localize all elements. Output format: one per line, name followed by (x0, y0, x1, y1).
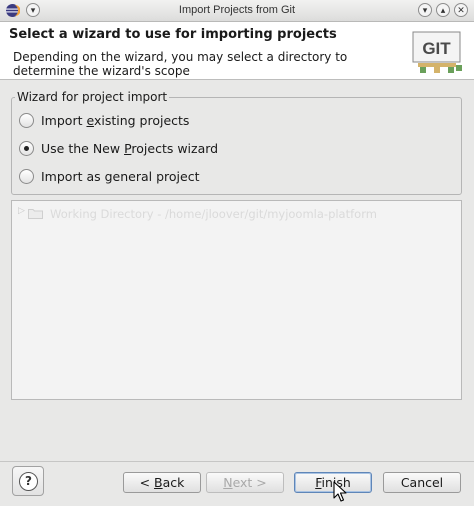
radio-button[interactable] (19, 169, 34, 184)
radio-label[interactable]: Import as general project (41, 169, 199, 184)
page-description: Depending on the wizard, you may select … (13, 50, 348, 78)
wizard-header: Select a wizard to use for importing pro… (0, 22, 474, 80)
radio-label[interactable]: Use the New Projects wizard (41, 141, 218, 156)
help-button[interactable]: ? (12, 466, 44, 496)
git-logo-text: GIT (422, 39, 451, 58)
help-icon: ? (19, 472, 38, 491)
folder-icon (28, 209, 43, 219)
git-logo-icon: GIT (412, 31, 462, 73)
group-title: Wizard for project import (15, 90, 170, 104)
page-title: Select a wizard to use for importing pro… (9, 27, 337, 42)
mouse-cursor-icon (333, 481, 347, 502)
maximize-button[interactable]: ▴ (436, 3, 450, 17)
close-button[interactable]: ✕ (454, 3, 468, 17)
button-bar-separator (0, 461, 474, 462)
next-button[interactable]: Next > (206, 472, 284, 493)
radio-dot-icon (24, 146, 29, 151)
tree-expander-icon: ▷ (18, 206, 25, 216)
radio-button-selected[interactable] (19, 141, 34, 156)
title-bar: ▾ Import Projects from Git ▾ ▴ ✕ (0, 0, 474, 22)
tree-item-label: Working Directory - /home/jloover/git/my… (50, 207, 377, 221)
back-button[interactable]: < Back (123, 472, 201, 493)
radio-label[interactable]: Import existing projects (41, 113, 189, 128)
repository-tree: ▷ Working Directory - /home/jloover/git/… (11, 200, 462, 400)
minimize-button[interactable]: ▾ (418, 3, 432, 17)
window-title: Import Projects from Git (178, 4, 296, 16)
radio-button[interactable] (19, 113, 34, 128)
cancel-button[interactable]: Cancel (383, 472, 461, 493)
